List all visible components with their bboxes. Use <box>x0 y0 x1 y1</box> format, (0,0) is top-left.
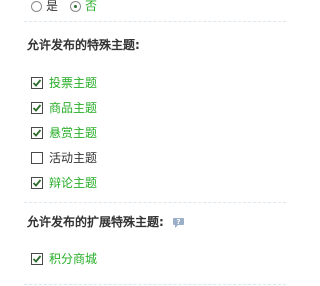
radio-option-no[interactable]: 否 <box>70 0 97 12</box>
debate-checkbox[interactable] <box>31 177 43 189</box>
extended-topics-title: 允许发布的扩展特殊主题: ? <box>27 215 185 229</box>
reward-checkbox[interactable] <box>31 127 43 139</box>
checkmark-icon <box>32 129 42 137</box>
checkmark-icon <box>32 79 42 87</box>
topic-settings-panel: 是 否 允许发布的特殊主题: 投票主题 商品主题 悬赏主题 活动主题 辩论主题 … <box>0 0 286 286</box>
section-divider <box>24 21 286 22</box>
points-mall-checkbox[interactable] <box>31 253 43 265</box>
section-divider <box>24 284 286 285</box>
checkbox-row-activity[interactable]: 活动主题 <box>31 151 97 165</box>
radio-yes-label: 是 <box>46 0 59 13</box>
goods-checkbox[interactable] <box>31 102 43 114</box>
checkbox-row-vote[interactable]: 投票主题 <box>31 76 97 90</box>
radio-no-circle[interactable] <box>70 0 82 12</box>
question-bubble-icon[interactable]: ? <box>172 217 185 228</box>
activity-label: 活动主题 <box>49 151 98 165</box>
goods-label: 商品主题 <box>49 101 98 115</box>
checkmark-icon <box>32 179 42 187</box>
checkmark-icon <box>32 255 42 263</box>
radio-no-label: 否 <box>85 0 98 13</box>
special-topics-title: 允许发布的特殊主题: <box>27 38 140 52</box>
svg-text:?: ? <box>176 218 180 226</box>
checkbox-row-debate[interactable]: 辩论主题 <box>31 176 97 190</box>
section-divider <box>24 202 286 203</box>
debate-label: 辩论主题 <box>49 176 98 190</box>
checkbox-row-points-mall[interactable]: 积分商城 <box>31 252 97 266</box>
checkmark-icon <box>32 104 42 112</box>
special-topics-title-text: 允许发布的特殊主题: <box>27 38 140 52</box>
vote-checkbox[interactable] <box>31 77 43 89</box>
extended-topics-title-text: 允许发布的扩展特殊主题: <box>27 215 164 229</box>
activity-checkbox[interactable] <box>31 152 43 164</box>
checkbox-row-goods[interactable]: 商品主题 <box>31 101 97 115</box>
checkbox-row-reward[interactable]: 悬赏主题 <box>31 126 97 140</box>
radio-yes-circle[interactable] <box>31 0 42 12</box>
reward-label: 悬赏主题 <box>49 126 98 140</box>
vote-label: 投票主题 <box>49 76 98 90</box>
radio-option-yes[interactable]: 是 <box>31 0 58 12</box>
yes-no-radio-group: 是 否 <box>31 0 109 13</box>
points-mall-label: 积分商城 <box>49 252 98 266</box>
